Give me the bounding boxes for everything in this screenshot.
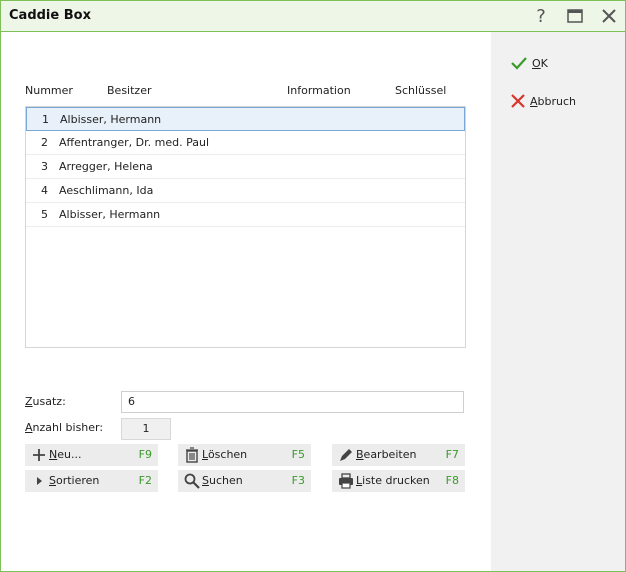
delete-label: öschen: [207, 448, 248, 461]
search-shortcut: F3: [291, 474, 305, 487]
maximize-icon[interactable]: [563, 5, 587, 27]
table-row[interactable]: 2 Affentranger, Dr. med. Paul: [26, 131, 465, 155]
plus-icon: [31, 447, 47, 463]
new-button[interactable]: Neu... F9: [25, 444, 158, 466]
print-list-label: iste drucken: [362, 474, 430, 487]
cross-icon: [511, 94, 525, 108]
cancel-label: bbruch: [537, 94, 577, 108]
anzahl-mnemonic: A: [25, 421, 33, 434]
search-icon: [184, 473, 200, 489]
anzahl-label-text: nzahl bisher:: [32, 421, 104, 434]
delete-button[interactable]: Löschen F5: [178, 444, 311, 466]
trash-icon: [184, 447, 200, 463]
row-owner: Albisser, Hermann: [60, 113, 162, 126]
zusatz-input[interactable]: 6: [121, 391, 464, 413]
sort-button[interactable]: Sortieren F2: [25, 470, 158, 492]
search-mnemonic: S: [202, 474, 209, 487]
anzahl-value: 1: [142, 422, 150, 435]
zusatz-value: 6: [128, 395, 135, 408]
anzahl-label: Anzahl bisher:: [25, 421, 103, 434]
window-title: Caddie Box: [9, 8, 91, 23]
search-button[interactable]: Suchen F3: [178, 470, 311, 492]
ok-button[interactable]: OK: [511, 56, 548, 70]
title-bar: Caddie Box ?: [1, 1, 625, 32]
column-header-information[interactable]: Information: [287, 84, 351, 97]
table-row[interactable]: 4 Aeschlimann, Ida: [26, 179, 465, 203]
delete-shortcut: F5: [291, 448, 305, 461]
edit-button[interactable]: Bearbeiten F7: [332, 444, 465, 466]
table-row[interactable]: 3 Arregger, Helena: [26, 155, 465, 179]
row-owner: Albisser, Hermann: [59, 208, 161, 221]
table-row[interactable]: 5 Albisser, Hermann: [26, 203, 465, 227]
row-owner: Affentranger, Dr. med. Paul: [59, 136, 209, 149]
search-label: uchen: [208, 474, 243, 487]
zusatz-label-text: usatz:: [32, 395, 66, 408]
triangle-right-icon: [31, 473, 47, 489]
zusatz-label: Zusatz:: [25, 395, 66, 408]
sort-shortcut: F2: [138, 474, 152, 487]
print-list-button[interactable]: Liste drucken F8: [332, 470, 465, 492]
new-shortcut: F9: [138, 448, 152, 461]
edit-mnemonic: B: [356, 448, 364, 461]
column-header-nummer[interactable]: Nummer: [25, 84, 73, 97]
anzahl-field: 1: [121, 418, 171, 440]
check-icon: [511, 57, 527, 70]
pencil-icon: [338, 447, 354, 463]
help-icon[interactable]: ?: [529, 5, 553, 27]
row-number: 3: [41, 160, 48, 173]
row-number: 4: [41, 184, 48, 197]
zusatz-mnemonic: Z: [25, 395, 33, 408]
printer-icon: [338, 473, 354, 489]
table-row[interactable]: 1 Albisser, Hermann: [26, 107, 465, 131]
cancel-mnemonic: A: [530, 94, 538, 108]
cancel-button[interactable]: Abbruch: [511, 94, 576, 108]
row-number: 2: [41, 136, 48, 149]
new-label: eu...: [57, 448, 82, 461]
row-owner: Arregger, Helena: [59, 160, 153, 173]
close-icon[interactable]: [597, 5, 621, 27]
new-mnemonic: N: [49, 448, 58, 461]
row-number: 5: [41, 208, 48, 221]
row-number: 1: [42, 113, 49, 126]
ok-mnemonic: O: [532, 56, 541, 70]
print-list-shortcut: F8: [445, 474, 459, 487]
column-header-schluessel[interactable]: Schlüssel: [395, 84, 446, 97]
column-header-besitzer[interactable]: Besitzer: [107, 84, 151, 97]
row-owner: Aeschlimann, Ida: [59, 184, 154, 197]
caddie-box-window: Caddie Box ? OK Abbruch Nummer Besitzer …: [0, 0, 626, 572]
sort-label: ortieren: [55, 474, 100, 487]
ok-label: K: [540, 56, 548, 70]
edit-shortcut: F7: [445, 448, 459, 461]
sort-mnemonic: S: [49, 474, 56, 487]
side-panel: OK Abbruch: [491, 32, 625, 571]
caddie-box-list[interactable]: 1 Albisser, Hermann 2 Affentranger, Dr. …: [25, 106, 466, 348]
edit-label: earbeiten: [363, 448, 417, 461]
